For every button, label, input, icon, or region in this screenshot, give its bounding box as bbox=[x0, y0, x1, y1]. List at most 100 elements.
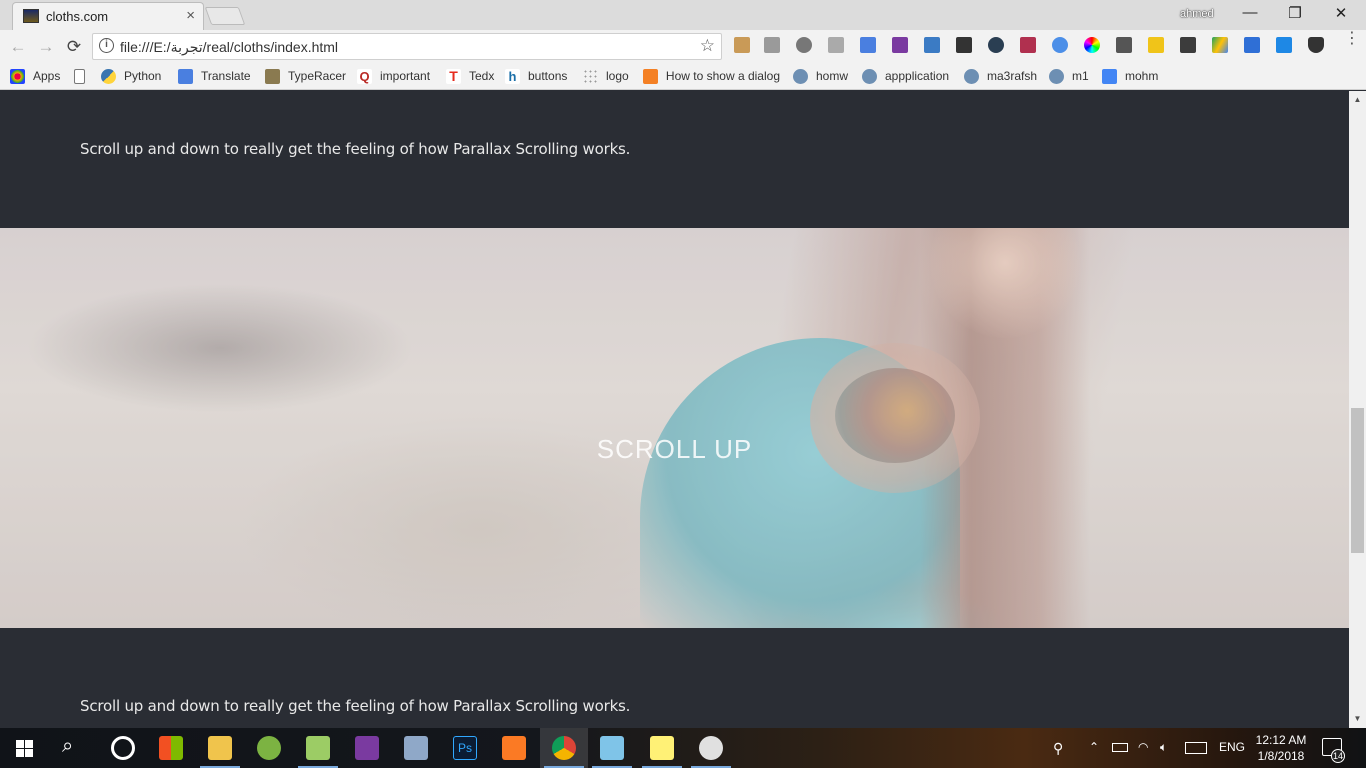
xampp-icon[interactable] bbox=[502, 736, 526, 760]
page-scrollbar[interactable]: ▲ ▼ bbox=[1349, 91, 1366, 728]
uwc-icon bbox=[964, 68, 979, 84]
bookmark-important[interactable]: Qimportant bbox=[357, 68, 430, 84]
drive-icon[interactable] bbox=[1212, 37, 1228, 53]
tab-close-icon[interactable]: × bbox=[186, 7, 195, 24]
quora-icon: Q bbox=[357, 68, 372, 84]
bookmark-python[interactable]: Python bbox=[101, 68, 161, 84]
dropbox-icon[interactable] bbox=[828, 37, 844, 53]
grid-dots-icon bbox=[583, 68, 598, 84]
bookmark-page[interactable] bbox=[74, 68, 93, 84]
tab-cloths[interactable]: cloths.com × bbox=[12, 2, 204, 30]
parallax-image-section: SCROLL UP bbox=[0, 228, 1349, 628]
doc-icon bbox=[1102, 68, 1117, 84]
tag-icon[interactable] bbox=[734, 37, 750, 53]
chrome-icon[interactable] bbox=[552, 736, 576, 760]
reload-button[interactable]: ⟳ bbox=[64, 37, 84, 57]
scrollbar-thumb[interactable] bbox=[1351, 408, 1364, 553]
restore-button[interactable]: ❐ bbox=[1285, 4, 1305, 22]
bulb-icon[interactable] bbox=[796, 37, 812, 53]
cortana-icon[interactable] bbox=[111, 736, 135, 760]
new-tab-button[interactable] bbox=[204, 7, 246, 25]
color-wheel-icon[interactable] bbox=[1084, 37, 1100, 53]
file-explorer-icon[interactable] bbox=[208, 736, 232, 760]
bookmark-mohm[interactable]: mohm bbox=[1102, 68, 1158, 84]
control-panel-icon[interactable] bbox=[404, 736, 428, 760]
bookmark-ma3rafsh[interactable]: ma3rafsh bbox=[964, 68, 1037, 84]
onenote-icon[interactable] bbox=[892, 37, 908, 53]
minimize-button[interactable]: — bbox=[1240, 4, 1260, 21]
notification-count: 14 bbox=[1331, 749, 1345, 763]
bookmark-tedx[interactable]: T Tedx bbox=[446, 68, 494, 84]
paint3d-icon[interactable] bbox=[600, 736, 624, 760]
bookmarks-bar: Apps Python Translate TypeRacer Qimporta… bbox=[0, 63, 1366, 90]
search-icon[interactable]: ⌕ bbox=[62, 735, 73, 758]
google-translate-icon[interactable] bbox=[860, 37, 876, 53]
notepad-plus-icon[interactable] bbox=[306, 736, 330, 760]
info-icon[interactable]: i bbox=[99, 38, 114, 53]
bookmark-logo[interactable]: logo bbox=[583, 68, 629, 84]
bookmark-translate[interactable]: Translate bbox=[178, 68, 251, 84]
url-text[interactable]: file:///E:/تجربة/real/cloths/index.html bbox=[120, 39, 338, 56]
menu-icon[interactable]: ⋮ bbox=[1344, 31, 1360, 47]
onenote-icon[interactable] bbox=[355, 736, 379, 760]
bookmark-apps[interactable]: Apps bbox=[10, 68, 60, 84]
tab-strip: cloths.com × ahmed — ❐ ✕ bbox=[0, 0, 1366, 30]
download-icon[interactable] bbox=[1052, 37, 1068, 53]
android-studio-icon[interactable] bbox=[257, 736, 281, 760]
stackoverflow-icon bbox=[643, 68, 658, 84]
address-bar[interactable]: i file:///E:/تجربة/real/cloths/index.htm… bbox=[92, 33, 722, 60]
scroll-up-arrow-icon[interactable]: ▲ bbox=[1349, 95, 1366, 104]
eyedropper-icon[interactable] bbox=[1116, 37, 1132, 53]
uwc-icon bbox=[862, 68, 877, 84]
camera-icon[interactable] bbox=[764, 37, 780, 53]
m-icon[interactable] bbox=[1148, 37, 1164, 53]
profile-name[interactable]: ahmed bbox=[1180, 8, 1214, 20]
close-window-button[interactable]: ✕ bbox=[1331, 4, 1351, 22]
store-icon[interactable] bbox=[159, 736, 183, 760]
python-icon bbox=[101, 68, 116, 84]
windows-icon[interactable] bbox=[16, 740, 33, 757]
bookmark-buttons[interactable]: h buttons bbox=[505, 68, 567, 84]
photoshop-icon[interactable]: Ps bbox=[453, 736, 477, 760]
chevron-up-icon[interactable]: ⌃ bbox=[1089, 740, 1099, 754]
bookmark-typeracer[interactable]: TypeRacer bbox=[265, 68, 346, 84]
clock-date: 1/8/2018 bbox=[1257, 749, 1305, 763]
photo-haze-overlay bbox=[0, 228, 1349, 628]
shield-icon[interactable] bbox=[1308, 37, 1324, 53]
palette-icon[interactable] bbox=[1020, 37, 1036, 53]
film-icon[interactable] bbox=[956, 37, 972, 53]
translate-icon bbox=[178, 68, 193, 84]
keyboard-icon[interactable] bbox=[1185, 742, 1207, 754]
page-icon bbox=[74, 68, 85, 84]
bookmark-homw[interactable]: homw bbox=[793, 68, 848, 84]
parallax-caption: SCROLL UP bbox=[596, 434, 753, 464]
volume-icon[interactable]: 🔈︎ bbox=[1160, 740, 1167, 755]
scroll-down-arrow-icon[interactable]: ▼ bbox=[1349, 714, 1366, 723]
page-viewport: Scroll up and down to really get the fee… bbox=[0, 91, 1349, 728]
tab-title: cloths.com bbox=[46, 9, 109, 24]
bookmark-star-icon[interactable]: ☆ bbox=[700, 36, 715, 56]
sticky-notes-icon[interactable] bbox=[650, 736, 674, 760]
paint-icon[interactable] bbox=[699, 736, 723, 760]
people-icon[interactable]: ⚲ bbox=[1053, 740, 1063, 757]
new-badge-icon[interactable] bbox=[924, 37, 940, 53]
bookmark-appplication[interactable]: appplication bbox=[862, 68, 949, 84]
bookmark-m1[interactable]: m1 bbox=[1049, 68, 1089, 84]
typeracer-icon bbox=[265, 68, 280, 84]
apps-grid-icon bbox=[10, 68, 25, 84]
speed-icon[interactable] bbox=[988, 37, 1004, 53]
clock[interactable]: 12:12 AM 1/8/2018 bbox=[1248, 732, 1314, 764]
intro-text: Scroll up and down to really get the fee… bbox=[80, 140, 631, 158]
wifi-icon[interactable]: ◠ bbox=[1138, 740, 1148, 754]
battery-icon[interactable] bbox=[1112, 743, 1128, 752]
language-indicator[interactable]: ENG bbox=[1219, 740, 1245, 754]
browser-toolbar: ← → ⟳ i file:///E:/تجربة/real/cloths/ind… bbox=[0, 30, 1366, 63]
window-icon[interactable] bbox=[1244, 37, 1260, 53]
evernote-icon[interactable] bbox=[1180, 37, 1196, 53]
uwc-icon bbox=[1049, 68, 1064, 84]
bookmark-how-to-show-dialog[interactable]: How to show a dialog bbox=[643, 68, 780, 84]
s-icon[interactable] bbox=[1276, 37, 1292, 53]
forward-button[interactable]: → bbox=[36, 37, 56, 57]
back-button[interactable]: ← bbox=[8, 37, 28, 57]
tedx-icon: T bbox=[446, 68, 461, 84]
